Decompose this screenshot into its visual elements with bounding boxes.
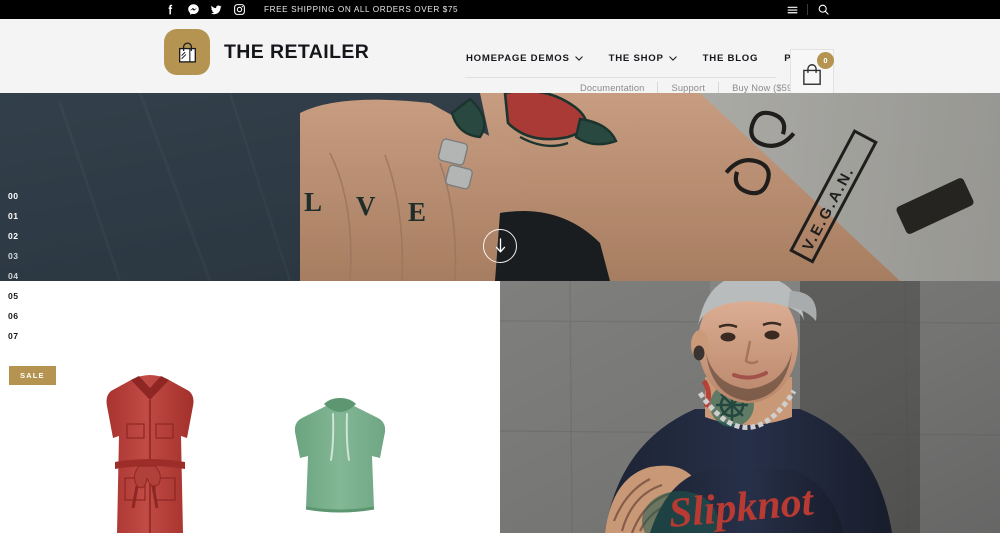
cart-wrap: 0 bbox=[799, 51, 834, 93]
subnav-divider bbox=[718, 82, 720, 93]
subnav-divider bbox=[657, 82, 659, 93]
chevron-down-icon bbox=[668, 56, 677, 61]
facebook-icon[interactable] bbox=[164, 3, 177, 16]
messenger-icon[interactable] bbox=[187, 3, 200, 16]
nav-label: THE BLOG bbox=[702, 53, 759, 64]
main-navigation: HOMEPAGE DEMOS THE SHOP THE BLOG PAGES bbox=[466, 53, 834, 64]
search-icon[interactable] bbox=[812, 0, 834, 19]
brand-name: THE RETAILER bbox=[224, 40, 370, 63]
portrait-image[interactable]: Slipknot bbox=[500, 281, 1000, 533]
product-grid: SALE bbox=[0, 281, 500, 533]
nav-label: THE SHOP bbox=[608, 53, 664, 64]
slide-number-03[interactable]: 03 bbox=[8, 246, 19, 266]
lower-section: SALE Slipknot bbox=[0, 281, 1000, 533]
nav-item-the-blog[interactable]: THE BLOG bbox=[703, 53, 759, 64]
subnav-item-documentation[interactable]: Documentation bbox=[580, 83, 644, 93]
product-image-red-trench-coat[interactable] bbox=[95, 366, 205, 533]
hamburger-menu-icon[interactable] bbox=[781, 0, 803, 19]
product-image-green-hoodie[interactable] bbox=[290, 398, 390, 515]
slide-number-06[interactable]: 06 bbox=[8, 306, 19, 326]
slide-number-05[interactable]: 05 bbox=[8, 286, 19, 306]
brand-logo[interactable]: THE RETAILER bbox=[164, 29, 369, 75]
shopping-bag-icon bbox=[178, 41, 196, 63]
slide-number-02[interactable]: 02 bbox=[8, 226, 19, 246]
sale-badge: SALE bbox=[9, 366, 56, 385]
instagram-icon[interactable] bbox=[233, 3, 246, 16]
retailer-homepage: FREE SHIPPING ON ALL ORDERS OVER $75 THE… bbox=[0, 0, 1000, 533]
slide-number-00[interactable]: 00 bbox=[8, 186, 19, 206]
cart-count-badge: 0 bbox=[817, 51, 834, 69]
subnav-item-buy-now[interactable]: Buy Now ($59) bbox=[732, 83, 795, 93]
scroll-down-button[interactable] bbox=[483, 229, 517, 263]
portrait-photo: Slipknot bbox=[500, 281, 1000, 533]
hero-slider[interactable]: L V E V.E.G.A.N. bbox=[0, 93, 1000, 281]
topbar-divider bbox=[807, 4, 808, 15]
top-announcement-bar: FREE SHIPPING ON ALL ORDERS OVER $75 bbox=[0, 0, 1000, 19]
twitter-icon[interactable] bbox=[210, 3, 223, 16]
logo-tile bbox=[164, 29, 210, 75]
nav-item-homepage-demos[interactable]: HOMEPAGE DEMOS bbox=[466, 53, 583, 64]
slide-number-04[interactable]: 04 bbox=[8, 266, 19, 286]
social-links bbox=[164, 3, 246, 16]
slide-number-07[interactable]: 07 bbox=[8, 326, 19, 346]
arrow-down-icon bbox=[495, 238, 505, 253]
slider-pagination: 00 01 02 03 04 05 06 07 bbox=[8, 186, 19, 346]
nav-item-the-shop[interactable]: THE SHOP bbox=[609, 53, 677, 64]
secondary-navigation: Documentation Support Buy Now ($59) bbox=[580, 82, 796, 93]
subnav-item-support[interactable]: Support bbox=[671, 83, 705, 93]
topbar-actions bbox=[781, 0, 834, 19]
chevron-down-icon bbox=[574, 56, 583, 61]
slide-number-01[interactable]: 01 bbox=[8, 206, 19, 226]
site-header: THE RETAILER HOMEPAGE DEMOS THE SHOP THE… bbox=[0, 19, 1000, 104]
nav-divider bbox=[465, 77, 776, 78]
nav-label: HOMEPAGE DEMOS bbox=[466, 53, 570, 64]
shipping-message: FREE SHIPPING ON ALL ORDERS OVER $75 bbox=[264, 5, 459, 14]
